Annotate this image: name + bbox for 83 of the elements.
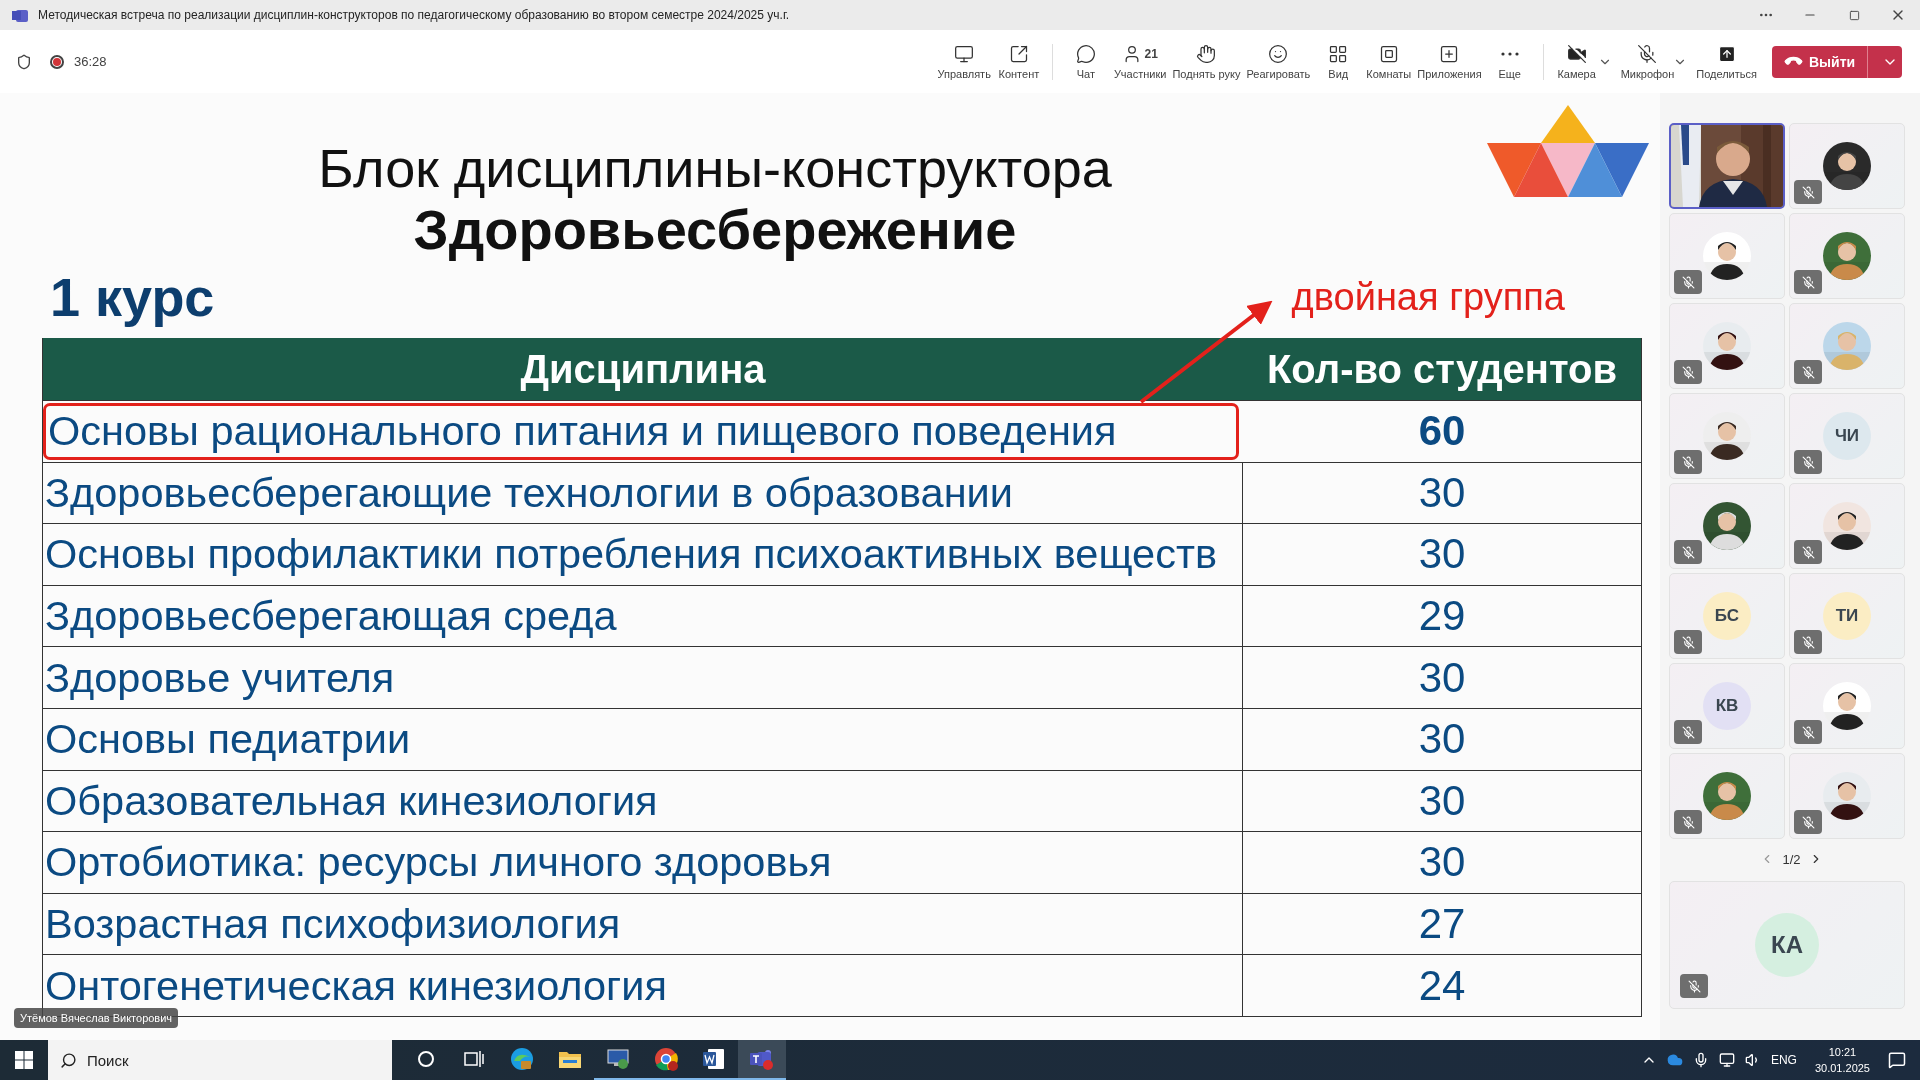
- task-view-icon[interactable]: [464, 1050, 484, 1068]
- table-cell-text: 30: [1417, 467, 1467, 518]
- table-cell: Здоровьесберегающая среда: [43, 585, 1243, 647]
- table-cell: Возрастная психофизиология: [43, 893, 1243, 955]
- browser-icon[interactable]: [510, 1047, 534, 1071]
- toolbar-button[interactable]: Управлять: [934, 43, 994, 80]
- toolbar-button[interactable]: Микрофон: [1617, 43, 1678, 80]
- squares-icon: [1378, 44, 1399, 64]
- app-logo-icon: [12, 8, 28, 22]
- table-cell: Основы рационального питания и пищевого поведения: [43, 403, 1239, 460]
- toolbar-button[interactable]: Поднять руку: [1169, 43, 1244, 80]
- clock[interactable]: 10:21 30.01.2025: [1814, 1044, 1870, 1076]
- share-screen-icon: [1008, 44, 1029, 64]
- initials-avatar: ТИ: [1823, 592, 1871, 640]
- chat-icon: [1075, 44, 1096, 64]
- table-cell: Основы педиатрии: [43, 708, 1243, 770]
- computer-icon[interactable]: [606, 1047, 630, 1071]
- table-cell-text: 27: [1417, 899, 1467, 950]
- mic-off-icon: [1637, 44, 1658, 64]
- toolbar-button[interactable]: Поделиться: [1693, 43, 1760, 80]
- initials-avatar: КА: [1755, 913, 1819, 977]
- toolbar-button[interactable]: Контент: [993, 43, 1044, 80]
- table-cell: Здоровьесберегающие технологии в образовании: [43, 462, 1243, 524]
- table-cell-text: 24: [1417, 960, 1467, 1011]
- cloud-icon[interactable]: [1666, 1052, 1683, 1068]
- table-cell-text: 30: [1417, 529, 1467, 580]
- camera-off-icon: [1566, 44, 1587, 64]
- toolbar-button[interactable]: Приложения: [1414, 43, 1485, 80]
- annotation-text: двойная группа: [1291, 275, 1565, 319]
- page-indicator: 1/2: [1782, 851, 1801, 867]
- smile-icon: [1268, 44, 1289, 64]
- window-title: Методическая встреча по реализации дисциплин-конструкторов по педагогическому образованию во втором семестре 2024/2025 уч.г.: [38, 8, 791, 22]
- table-cell-text: 30: [1417, 775, 1467, 826]
- column-header: Дисциплина: [519, 345, 767, 393]
- toolbar-button[interactable]: Чат: [1060, 43, 1111, 80]
- toolbar-button[interactable]: Комнаты: [1363, 43, 1415, 80]
- slide-subtitle: Здоровьесбережение: [413, 199, 1017, 261]
- table-cell: Здоровье учителя: [43, 647, 1243, 708]
- toolbar-button[interactable]: 21 Участники: [1110, 43, 1170, 80]
- search-field[interactable]: Поиск: [48, 1040, 392, 1080]
- initials-avatar: КВ: [1703, 682, 1751, 730]
- participant-tile[interactable]: ЧИ: [1789, 393, 1905, 479]
- hand-icon: [1196, 44, 1217, 64]
- four-squares-icon: [15, 1051, 33, 1069]
- initials-avatar: БС: [1703, 592, 1751, 640]
- notifications-icon[interactable]: [1888, 1051, 1906, 1069]
- toolbar-button[interactable]: Еще: [1484, 43, 1535, 80]
- course-heading: 1 курс: [50, 266, 216, 328]
- plus-icon: [1439, 44, 1460, 64]
- toolbar-button[interactable]: Реагировать: [1243, 43, 1314, 80]
- table-cell: Образовательная кинезиология: [43, 770, 1243, 832]
- more-icon: [1500, 52, 1519, 56]
- meeting-timer: 36:28: [74, 54, 107, 69]
- table-cell-text: 60: [1417, 406, 1467, 457]
- table-cell: Ортобиотика: ресурсы личного здоровья: [43, 832, 1243, 893]
- table-cell-text: 30: [1417, 714, 1467, 765]
- participant-tile[interactable]: КА: [1669, 881, 1905, 1009]
- table-cell-text: 30: [1417, 652, 1467, 703]
- folder-icon[interactable]: [558, 1049, 582, 1069]
- search-icon: [60, 1051, 77, 1069]
- participant-tile[interactable]: ТИ: [1789, 573, 1905, 659]
- participant-tile[interactable]: БС: [1669, 573, 1785, 659]
- table-cell: Основы профилактики потребления психоактивных веществ: [43, 524, 1243, 585]
- column-header: Кол-во студентов: [1265, 345, 1619, 393]
- language-indicator[interactable]: ENG: [1770, 1053, 1797, 1067]
- monitor-icon: [954, 44, 975, 64]
- toolbar-button[interactable]: Камера: [1551, 43, 1602, 80]
- circle-icon[interactable]: [417, 1050, 435, 1068]
- shield-icon: [16, 53, 32, 70]
- upload-icon: [1716, 44, 1737, 64]
- participant-count: 21: [1144, 47, 1158, 61]
- toolbar-button[interactable]: Вид: [1313, 43, 1364, 80]
- grid-icon: [1328, 44, 1349, 64]
- table-cell-text: 30: [1417, 837, 1467, 888]
- speaker-name-label: Утёмов Вячеслав Викторович: [14, 1008, 179, 1028]
- leave-button[interactable]: Выйти: [1772, 45, 1902, 78]
- network-icon[interactable]: [1718, 1052, 1735, 1068]
- chat-app-icon[interactable]: [749, 1047, 775, 1071]
- table-cell-text: 29: [1417, 591, 1467, 642]
- participant-tile[interactable]: КВ: [1669, 663, 1785, 749]
- document-icon[interactable]: [702, 1047, 726, 1071]
- initials-avatar: ЧИ: [1823, 412, 1871, 460]
- slide-title: Блок дисциплины-конструктора: [318, 137, 1112, 199]
